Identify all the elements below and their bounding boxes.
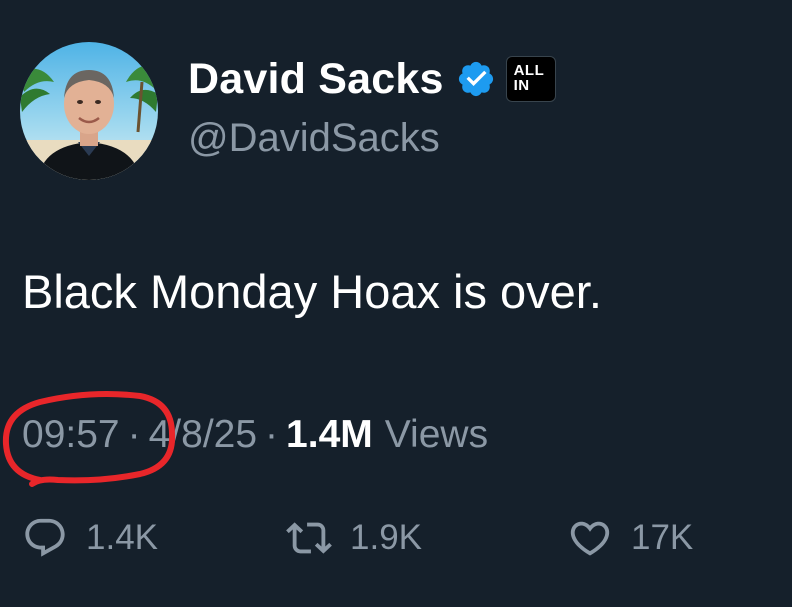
action-bar: 1.4K 1.9K 17K — [0, 508, 792, 568]
tweet-meta: 09:57 · 4/8/25 · 1.4M Views — [22, 410, 488, 460]
heart-icon — [570, 521, 610, 556]
avatar-photo — [20, 42, 158, 180]
affiliation-badge[interactable]: ALL IN — [505, 56, 556, 102]
retweet-count: 1.9K — [350, 518, 422, 557]
tweet-text: Black Monday Hoax is over. — [22, 265, 602, 318]
retweet-button[interactable]: 1.9K — [286, 508, 422, 568]
author-handle[interactable]: @DavidSacks — [188, 116, 440, 161]
retweet-icon — [286, 522, 332, 554]
tweet-card: David Sacks ALL IN @DavidSacks Black Mon… — [0, 0, 792, 607]
author-display-name[interactable]: David Sacks — [188, 55, 444, 104]
tweet-date[interactable]: 4/8/25 — [149, 413, 257, 457]
author-name-row: David Sacks ALL IN — [188, 54, 556, 104]
meta-separator: · — [127, 413, 141, 456]
tweet-time[interactable]: 09:57 — [22, 413, 120, 457]
like-button[interactable]: 17K — [567, 508, 693, 568]
like-count: 17K — [631, 518, 694, 557]
avatar[interactable] — [20, 42, 158, 180]
reply-count: 1.4K — [86, 518, 158, 557]
views-label: Views — [384, 413, 489, 456]
reply-icon — [25, 518, 65, 557]
meta-separator: · — [265, 413, 279, 456]
reply-button[interactable]: 1.4K — [22, 508, 158, 568]
views-count[interactable]: 1.4M — [286, 413, 373, 457]
verified-badge-icon[interactable] — [456, 59, 496, 99]
